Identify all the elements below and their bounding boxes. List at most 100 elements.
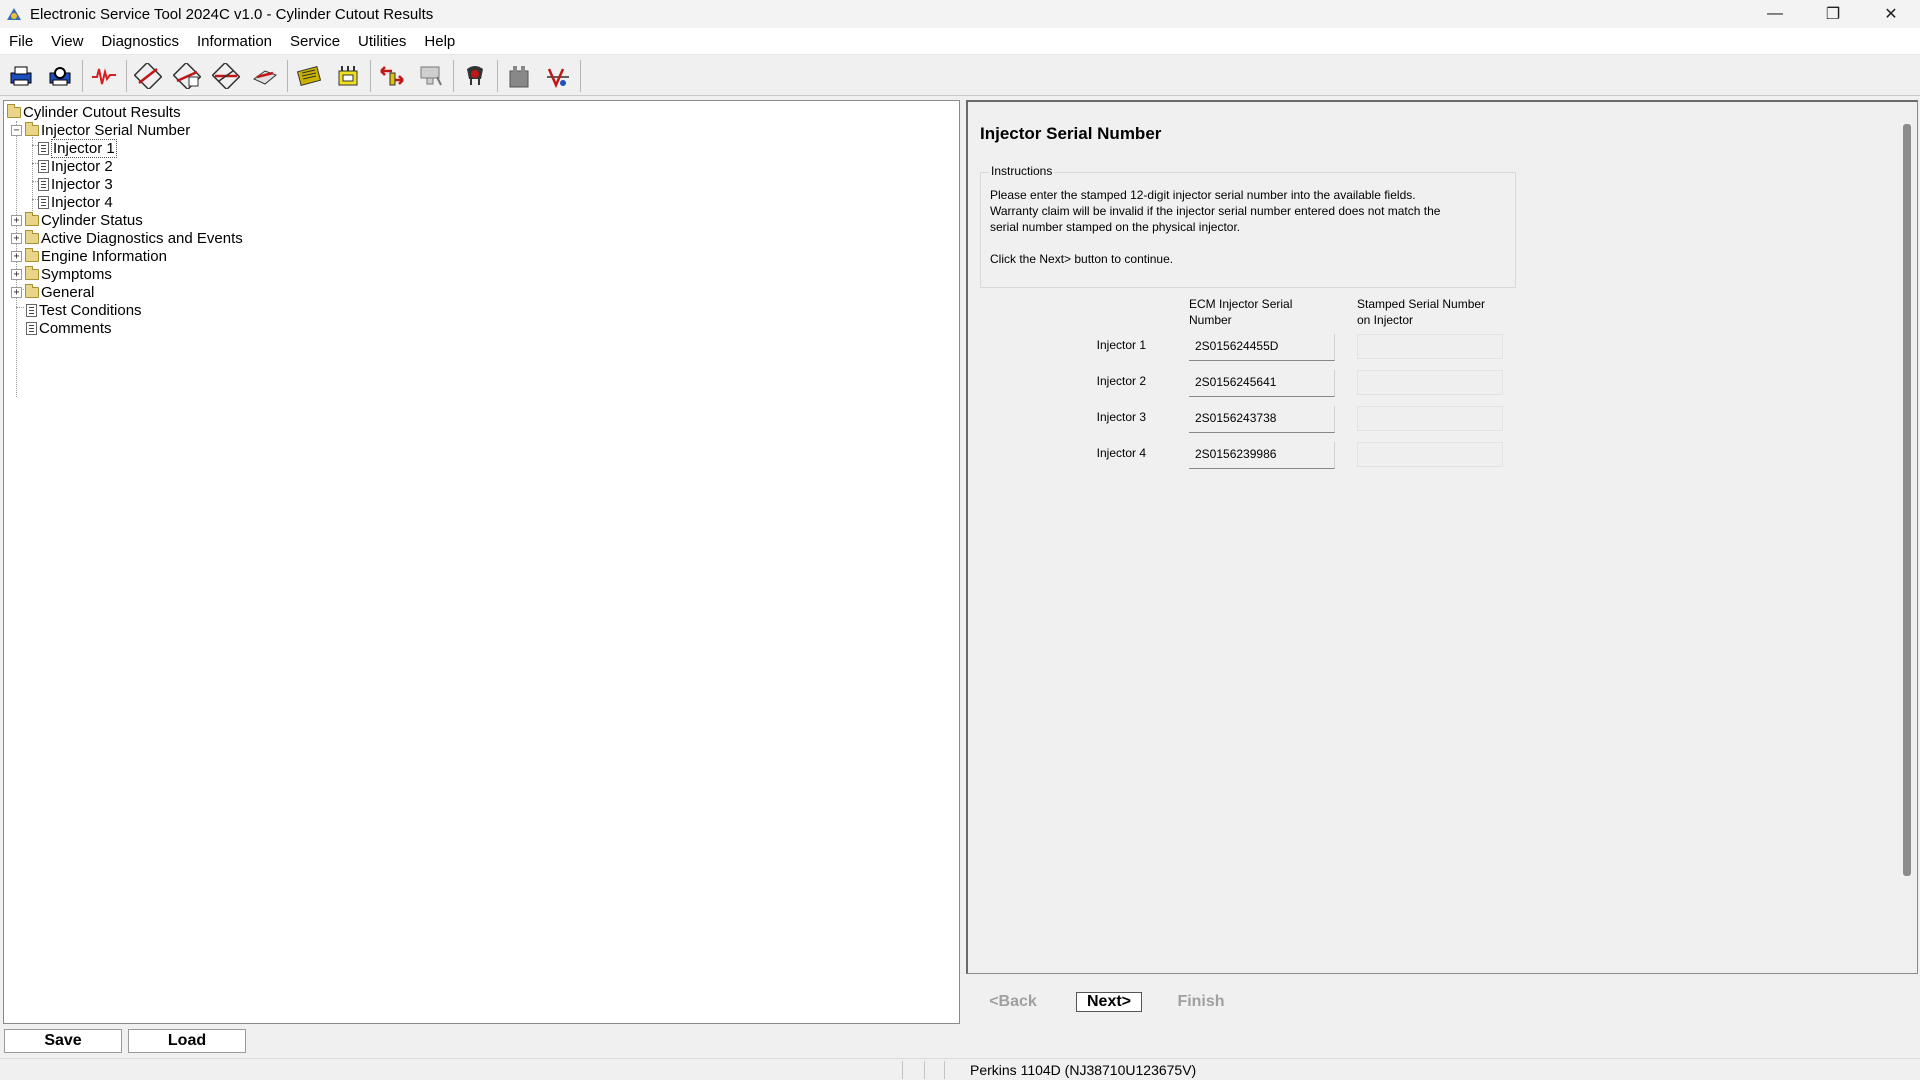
status-separator bbox=[902, 1061, 903, 1079]
expand-icon[interactable]: + bbox=[11, 286, 22, 298]
wiring-icon bbox=[547, 67, 569, 88]
toolbar-separator bbox=[126, 59, 127, 92]
ecm-serial-injector-1: 2S015624455D bbox=[1189, 334, 1335, 361]
minimize-icon: — bbox=[1767, 5, 1783, 22]
events-button[interactable] bbox=[209, 59, 243, 93]
logged-diagnostics-button[interactable] bbox=[170, 59, 204, 93]
injector-4-label: Injector 4 bbox=[1096, 446, 1146, 460]
status-bar: Perkins 1104D (NJ38710U123675V) bbox=[0, 1058, 1920, 1080]
menu-information[interactable]: Information bbox=[188, 28, 281, 55]
configuration-button[interactable] bbox=[331, 59, 365, 93]
toolbar-separator bbox=[370, 59, 371, 92]
clear-codes-button[interactable] bbox=[248, 59, 282, 93]
transfer-button[interactable] bbox=[375, 59, 409, 93]
active-diagnostics-button[interactable] bbox=[131, 59, 165, 93]
calibrations-button[interactable] bbox=[502, 59, 536, 93]
expand-icon[interactable]: + bbox=[11, 214, 22, 226]
page-title: Injector Serial Number bbox=[980, 124, 1162, 143]
expand-icon[interactable]: + bbox=[11, 268, 22, 280]
tree-item-label: Symptoms bbox=[41, 265, 112, 283]
restore-button[interactable]: ❐ bbox=[1804, 0, 1862, 28]
flash-button[interactable] bbox=[414, 59, 448, 93]
tree-item-comments[interactable]: Comments bbox=[26, 317, 112, 339]
tree-connector bbox=[16, 307, 24, 308]
results-tree[interactable]: Cylinder Cutout Results − Injector Seria… bbox=[3, 100, 960, 1024]
expand-icon[interactable]: + bbox=[11, 250, 22, 262]
minimize-button[interactable]: — bbox=[1746, 0, 1804, 28]
stamped-serial-input-injector-4[interactable] bbox=[1357, 442, 1503, 467]
document-icon bbox=[38, 141, 49, 155]
tree-connector bbox=[32, 137, 33, 215]
document-icon bbox=[38, 195, 49, 209]
document-icon bbox=[38, 159, 49, 173]
ecm-serial-injector-3: 2S0156243738 bbox=[1189, 406, 1335, 433]
back-button[interactable]: <Back bbox=[980, 992, 1046, 1012]
restore-icon: ❐ bbox=[1825, 6, 1841, 23]
document-icon bbox=[38, 177, 49, 191]
next-button[interactable]: Next> bbox=[1076, 992, 1142, 1012]
instructions-label: Instructions bbox=[989, 164, 1055, 178]
document-icon bbox=[26, 303, 37, 317]
ecm-summary-button[interactable] bbox=[292, 59, 326, 93]
finish-button[interactable]: Finish bbox=[1168, 992, 1234, 1012]
save-button[interactable]: Save bbox=[4, 1029, 122, 1053]
menu-file[interactable]: File bbox=[0, 28, 42, 55]
status-graph-button[interactable] bbox=[87, 59, 121, 93]
menu-diagnostics[interactable]: Diagnostics bbox=[92, 28, 188, 55]
toolbar-separator bbox=[453, 59, 454, 92]
folder-icon bbox=[25, 229, 39, 244]
tree-item-label: Injector 4 bbox=[51, 193, 113, 211]
menu-service[interactable]: Service bbox=[281, 28, 349, 55]
menu-view[interactable]: View bbox=[42, 28, 92, 55]
folder-icon bbox=[25, 211, 39, 226]
menu-utilities[interactable]: Utilities bbox=[349, 28, 415, 55]
column-header-stamped-serial: Stamped Serial Number on Injector bbox=[1357, 297, 1486, 327]
toolbar-separator bbox=[580, 59, 581, 92]
ecm-summary-icon bbox=[296, 65, 322, 86]
tree-item-label: Cylinder Status bbox=[41, 211, 143, 229]
calibrations-icon bbox=[509, 65, 529, 87]
stamped-serial-input-injector-3[interactable] bbox=[1357, 406, 1503, 431]
expand-icon[interactable]: + bbox=[11, 232, 22, 244]
folder-open-icon bbox=[25, 121, 39, 136]
ecm-serial-injector-2: 2S0156245641 bbox=[1189, 370, 1335, 397]
cylinder-cutout-button[interactable] bbox=[458, 59, 492, 93]
close-icon: ✕ bbox=[1884, 6, 1898, 23]
close-button[interactable]: ✕ bbox=[1862, 0, 1920, 28]
collapse-icon[interactable]: − bbox=[11, 124, 22, 136]
clear-codes-icon bbox=[253, 69, 277, 85]
print-icon bbox=[10, 66, 32, 85]
title-bar: Electronic Service Tool 2024C v1.0 - Cyl… bbox=[0, 0, 1920, 28]
toolbar-separator bbox=[497, 59, 498, 92]
ecm-serial-injector-4: 2S0156239986 bbox=[1189, 442, 1335, 469]
tree-item-label: Injector 3 bbox=[51, 175, 113, 193]
status-separator bbox=[924, 1061, 925, 1079]
load-button[interactable]: Load bbox=[128, 1029, 246, 1053]
stamped-serial-input-injector-1[interactable] bbox=[1357, 334, 1503, 359]
app-logo-icon bbox=[7, 8, 21, 20]
toolbar-separator bbox=[82, 59, 83, 92]
wiring-button[interactable] bbox=[541, 59, 575, 93]
stamped-serial-input-injector-2[interactable] bbox=[1357, 370, 1503, 395]
window-title: Electronic Service Tool 2024C v1.0 - Cyl… bbox=[30, 5, 434, 23]
instructions-group: Instructions Please enter the stamped 12… bbox=[980, 164, 1516, 288]
active-diagnostics-icon bbox=[134, 62, 162, 89]
flash-icon bbox=[420, 66, 442, 85]
injector-1-label: Injector 1 bbox=[1096, 338, 1146, 352]
tree-item-label: Injector Serial Number bbox=[41, 121, 191, 139]
vertical-scrollbar[interactable] bbox=[1903, 124, 1911, 876]
wizard-panel: Injector Serial Number Instructions Plea… bbox=[966, 100, 1918, 974]
menu-help[interactable]: Help bbox=[415, 28, 464, 55]
toolbar bbox=[0, 56, 1920, 96]
ecm-status-text: Perkins 1104D (NJ38710U123675V) bbox=[970, 1062, 1197, 1078]
print-button[interactable] bbox=[4, 59, 38, 93]
folder-icon bbox=[25, 265, 39, 280]
menu-bar: File View Diagnostics Information Servic… bbox=[0, 28, 1920, 55]
print-preview-icon bbox=[49, 66, 71, 85]
transfer-icon bbox=[380, 65, 404, 85]
status-graph-icon bbox=[92, 67, 116, 84]
tree-item-label: General bbox=[41, 283, 95, 301]
tree-item-label: Comments bbox=[39, 319, 112, 337]
print-preview-button[interactable] bbox=[43, 59, 77, 93]
instructions-text: Please enter the stamped 12-digit inject… bbox=[990, 188, 1441, 266]
